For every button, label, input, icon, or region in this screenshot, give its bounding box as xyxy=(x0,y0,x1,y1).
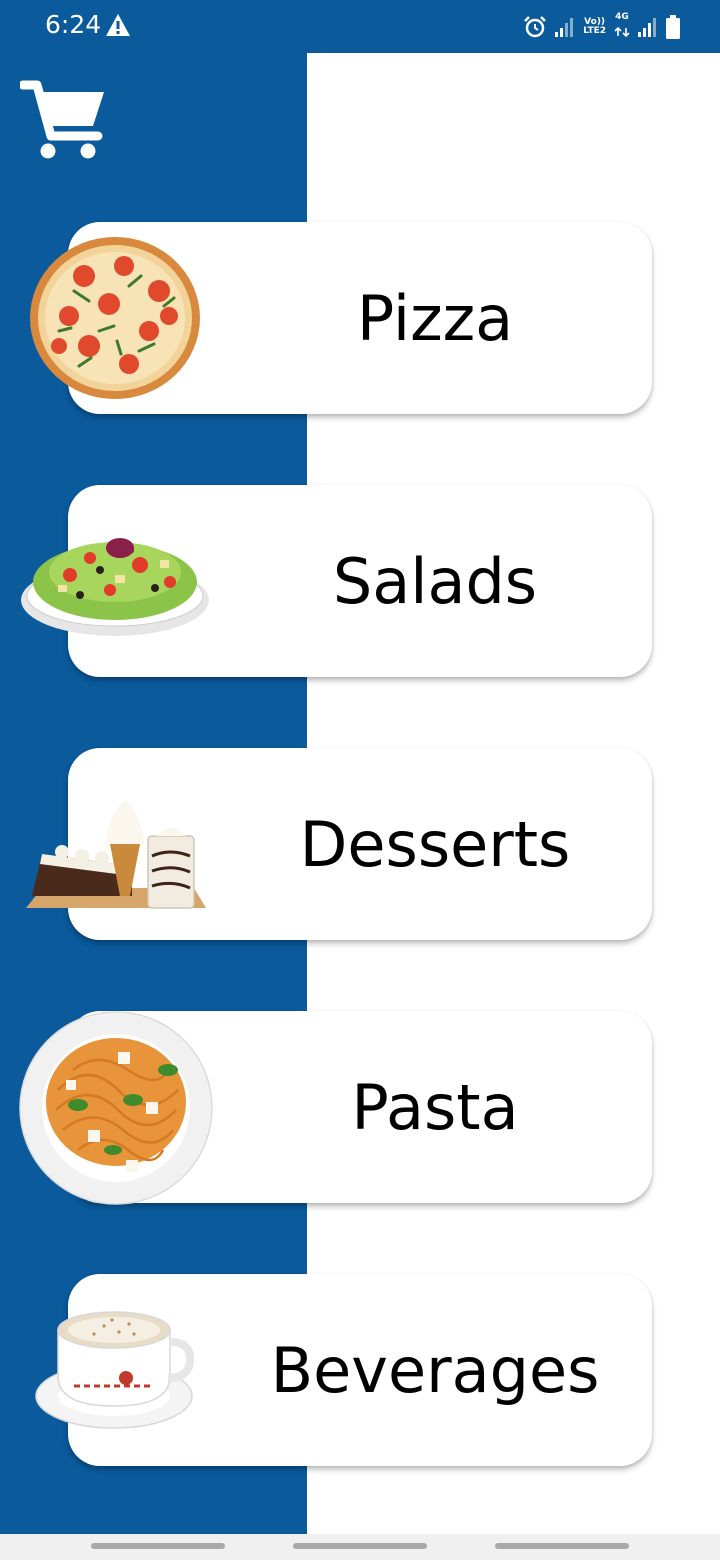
nav-back-button[interactable] xyxy=(495,1543,629,1549)
category-label: Beverages xyxy=(270,1333,600,1407)
warning-triangle-icon xyxy=(106,14,130,36)
status-icons: Vo)) LTE2 4G xyxy=(523,12,680,42)
alarm-clock-icon xyxy=(524,16,547,38)
pasta-image xyxy=(19,1011,213,1205)
nav-recent-apps-button[interactable] xyxy=(91,1543,225,1549)
category-label: Pizza xyxy=(356,281,514,355)
pizza-image xyxy=(30,237,200,399)
network-4g: 4G xyxy=(615,12,629,22)
shopping-cart-icon[interactable] xyxy=(20,78,106,162)
signal-strength-icon xyxy=(555,18,574,37)
battery-icon xyxy=(666,15,680,39)
category-label: Salads xyxy=(332,544,538,618)
cappuccino-image xyxy=(35,1311,195,1429)
category-label: Pasta xyxy=(351,1070,519,1144)
status-bar: 6:24 Vo)) LTE2 4G xyxy=(0,0,720,53)
status-time: 6:24 xyxy=(45,10,102,39)
data-arrows-icon xyxy=(614,26,630,38)
signal-strength-icon-2 xyxy=(638,18,656,37)
desserts-image xyxy=(26,800,206,909)
screen: 6:24 Vo)) LTE2 4G Pizza Salads Desserts … xyxy=(0,0,720,1560)
category-label: Desserts xyxy=(299,807,571,881)
nav-home-button[interactable] xyxy=(293,1543,427,1549)
network-lte: LTE2 xyxy=(583,26,606,36)
volte-indicator: Vo)) LTE2 xyxy=(583,18,606,36)
salad-image xyxy=(21,538,209,636)
navigation-bar xyxy=(0,1534,720,1560)
network-4g-indicator: 4G xyxy=(614,13,630,41)
